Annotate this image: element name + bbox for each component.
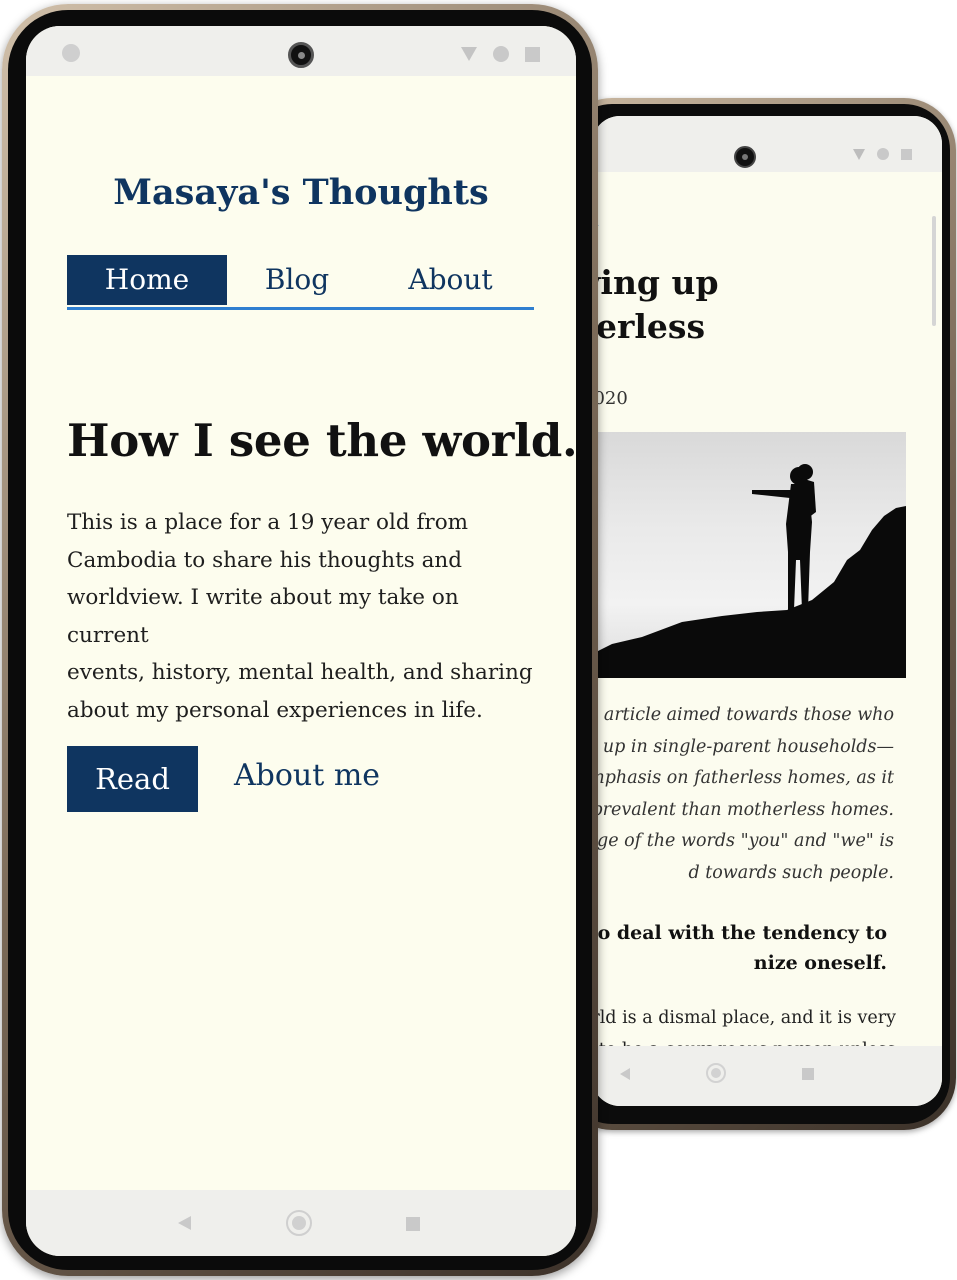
back-phone-frame: g wing up herless 2020 n article aimed t… — [560, 98, 956, 1130]
back-status-bar — [592, 116, 942, 172]
recent-apps-icon[interactable] — [802, 1068, 814, 1080]
article-hero-image — [592, 432, 906, 678]
hero-heading: How I see the world. — [67, 414, 576, 467]
home-circle-icon[interactable] — [706, 1063, 726, 1083]
front-phone-frame: Masaya's Thoughts Home Blog About How I … — [2, 4, 598, 1276]
article-title: wing up herless — [592, 263, 719, 346]
battery-dot-icon — [493, 46, 509, 62]
nav-tabs: Home Blog About — [67, 255, 534, 310]
front-phone-screen: Masaya's Thoughts Home Blog About How I … — [26, 26, 576, 1256]
battery-dot-icon — [877, 148, 889, 160]
back-triangle-icon[interactable] — [178, 1216, 191, 1230]
back-phone-screen: g wing up herless 2020 n article aimed t… — [592, 116, 942, 1106]
status-icons — [461, 46, 540, 62]
recent-square-icon — [525, 46, 540, 62]
recent-square-icon — [901, 148, 912, 160]
camera-icon — [288, 42, 314, 68]
back-scrollbar[interactable] — [932, 216, 936, 326]
site-title[interactable]: Masaya's Thoughts — [26, 172, 576, 213]
status-dot-icon — [62, 44, 80, 62]
article-subheading: o deal with the tendency to nize oneself… — [597, 922, 887, 974]
status-bar — [26, 26, 576, 76]
camera-icon — [734, 146, 756, 168]
nav-bar — [26, 1190, 576, 1256]
back-status-icons — [853, 148, 912, 160]
tab-home[interactable]: Home — [67, 255, 227, 305]
silhouette-illustration — [592, 464, 906, 678]
signal-icon — [853, 148, 865, 160]
tab-about[interactable]: About — [367, 255, 534, 305]
hero-intro-text: This is a place for a 19 year old from C… — [67, 510, 533, 723]
signal-icon — [461, 47, 477, 61]
about-me-link[interactable]: About me — [234, 758, 380, 793]
home-circle-icon[interactable] — [286, 1210, 312, 1236]
read-button[interactable]: Read — [67, 746, 198, 812]
tab-blog[interactable]: Blog — [227, 255, 367, 305]
article-lede: n article aimed towards those who w up i… — [592, 705, 894, 883]
back-triangle-icon[interactable] — [620, 1068, 630, 1080]
recent-apps-icon[interactable] — [406, 1217, 420, 1231]
back-nav-bar — [592, 1046, 942, 1106]
